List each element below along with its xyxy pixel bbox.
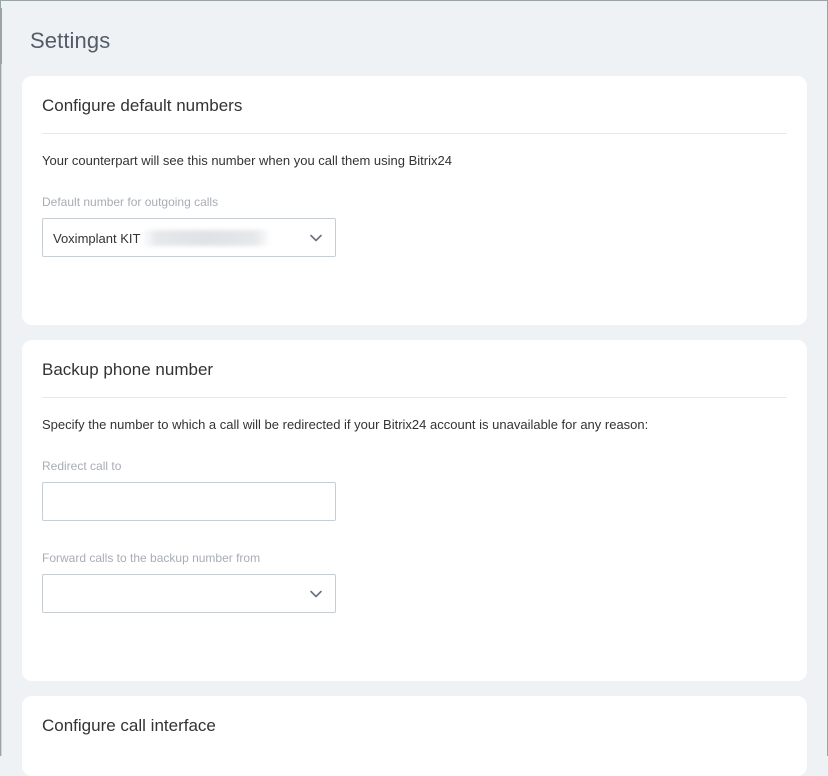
redirect-call-label: Redirect call to bbox=[42, 459, 122, 473]
call-interface-card: Configure call interface bbox=[22, 696, 807, 776]
backup-number-title: Backup phone number bbox=[42, 360, 214, 379]
call-interface-title: Configure call interface bbox=[42, 716, 216, 735]
outgoing-number-select[interactable]: Voximplant KIT bbox=[42, 218, 336, 257]
window-edge-shade bbox=[0, 64, 2, 756]
blurred-number bbox=[141, 230, 271, 246]
window-edge-accent bbox=[0, 8, 2, 64]
forward-calls-select[interactable] bbox=[42, 574, 336, 613]
card-divider bbox=[42, 397, 787, 398]
redirect-call-input[interactable] bbox=[42, 482, 336, 521]
backup-number-description: Specify the number to which a call will … bbox=[42, 417, 649, 432]
default-numbers-card: Configure default numbers Your counterpa… bbox=[22, 76, 807, 325]
backup-number-card: Backup phone number Specify the number t… bbox=[22, 340, 807, 681]
default-numbers-title: Configure default numbers bbox=[42, 96, 243, 115]
chevron-down-icon bbox=[310, 590, 322, 598]
outgoing-number-value: Voximplant KIT bbox=[53, 231, 141, 246]
chevron-down-icon bbox=[310, 234, 322, 242]
default-numbers-description: Your counterpart will see this number wh… bbox=[42, 153, 452, 168]
card-divider bbox=[42, 133, 787, 134]
outgoing-number-label: Default number for outgoing calls bbox=[42, 195, 219, 209]
page-title: Settings bbox=[30, 28, 111, 53]
forward-calls-label: Forward calls to the backup number from bbox=[42, 551, 261, 565]
